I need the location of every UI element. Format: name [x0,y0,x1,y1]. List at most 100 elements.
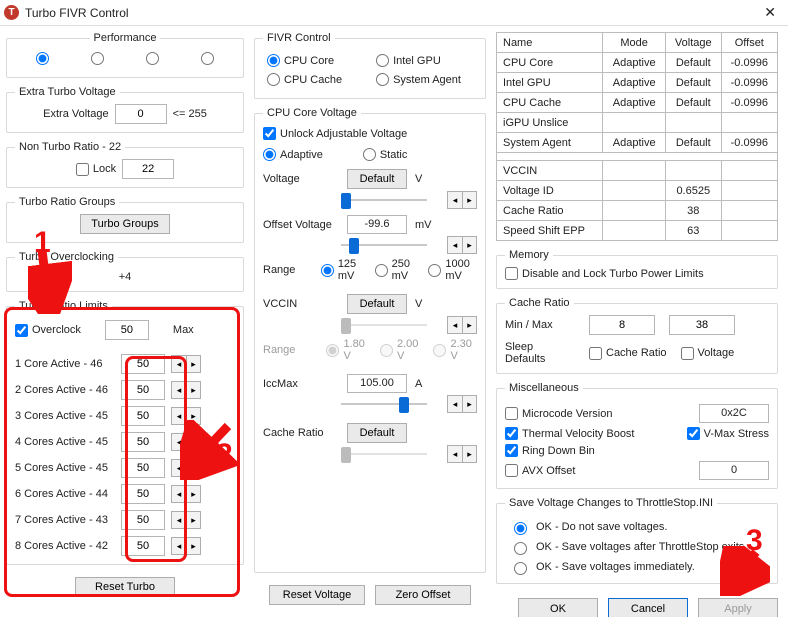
offset-inc[interactable]: ▸ [462,237,476,253]
ratio-inc-6[interactable]: ▸ [186,512,200,528]
ratio-input-1[interactable] [121,380,165,400]
iccmax-unit: A [415,378,433,390]
voltage-slider[interactable]: ◂▸ [341,193,477,207]
ratio-inc-2[interactable]: ▸ [186,408,200,424]
ratio-input-2[interactable] [121,406,165,426]
cache-ratio-group: Cache Ratio Min / Max Sleep Defaults Cac… [496,297,778,374]
ratio-inc-4[interactable]: ▸ [186,460,200,476]
ring-cb[interactable]: Ring Down Bin [505,444,595,457]
vccin-inc[interactable]: ▸ [462,317,476,333]
ratio-name: 1 Core Active - 46 [15,358,115,370]
vccin-default-button[interactable]: Default [347,294,407,314]
zero-offset-button[interactable]: Zero Offset [375,585,471,605]
iccmax-inc[interactable]: ▸ [462,396,476,412]
vccin-row: VCCIN [497,161,603,181]
fivr-cpu-cache[interactable]: CPU Cache [267,73,342,86]
ratio-dec-6[interactable]: ◂ [172,512,186,528]
save-opt-1[interactable]: OK - Do not save voltages. [509,519,769,535]
extra-voltage-input[interactable] [115,104,167,124]
tvb-cb[interactable]: Thermal Velocity Boost [505,427,635,440]
perf-radio-0[interactable] [36,52,49,65]
cache-max-input[interactable] [669,315,735,335]
voltage-default-button[interactable]: Default [347,169,407,189]
table-row: iGPU Unslice [497,113,778,133]
voltage-dec[interactable]: ◂ [448,192,462,208]
ok-button[interactable]: OK [518,598,598,617]
offset-dec[interactable]: ◂ [448,237,462,253]
cache-min-input[interactable] [589,315,655,335]
memory-legend: Memory [509,249,549,261]
ratio-inc-7[interactable]: ▸ [186,538,200,554]
avx-cb[interactable]: AVX Offset [505,464,575,477]
ratio-input-6[interactable] [121,510,165,530]
save-opt-3[interactable]: OK - Save voltages immediately. [509,559,769,575]
perf-radio-3[interactable] [201,52,214,65]
range-250[interactable]: 250 mV [375,258,419,282]
th-name: Name [497,33,603,53]
reset-voltage-button[interactable]: Reset Voltage [269,585,365,605]
static-radio[interactable]: Static [363,148,408,161]
save-legend: Save Voltage Changes to ThrottleStop.INI [509,497,713,509]
non-turbo-group: Non Turbo Ratio - 22 Lock [6,141,244,188]
ratio-dec-0[interactable]: ◂ [172,356,186,372]
range-1000[interactable]: 1000 mV [428,258,477,282]
fivr-system-agent[interactable]: System Agent [376,73,461,86]
cache-inc[interactable]: ▸ [462,446,476,462]
ratio-inc-3[interactable]: ▸ [186,434,200,450]
ratio-dec-3[interactable]: ◂ [172,434,186,450]
speed-shift-row: Speed Shift EPP [497,221,603,241]
disable-lock-checkbox[interactable]: Disable and Lock Turbo Power Limits [505,267,769,280]
voltage-inc[interactable]: ▸ [462,192,476,208]
ratio-input-5[interactable] [121,484,165,504]
ratio-inc-5[interactable]: ▸ [186,486,200,502]
apply-button[interactable]: Apply [698,598,778,617]
unlock-checkbox[interactable]: Unlock Adjustable Voltage [263,127,477,140]
cache-dec[interactable]: ◂ [448,446,462,462]
vmax-cb[interactable]: V-Max Stress [687,427,769,440]
ratio-dec-5[interactable]: ◂ [172,486,186,502]
vccin-unit: V [415,298,433,310]
vrange-180: 1.80 V [326,338,370,362]
perf-radio-2[interactable] [146,52,159,65]
lock-checkbox[interactable]: Lock [76,163,116,176]
sleep-voltage-cb[interactable]: Voltage [681,347,735,360]
fivr-cpu-core[interactable]: CPU Core [267,54,342,67]
cache-default-button[interactable]: Default [347,423,407,443]
overclock-max-input[interactable] [105,320,149,340]
ratio-input-0[interactable] [121,354,165,374]
microcode-cb[interactable]: Microcode Version [505,407,613,420]
ratio-dec-1[interactable]: ◂ [172,382,186,398]
extra-voltage-limit: <= 255 [173,108,207,120]
range-125[interactable]: 125 mV [321,258,365,282]
table-cache-ratio: Cache Ratio [497,201,603,221]
iccmax-dec[interactable]: ◂ [448,396,462,412]
th-voltage: Voltage [665,33,721,53]
offset-slider[interactable]: ◂▸ [341,238,477,252]
ratio-dec-4[interactable]: ◂ [172,460,186,476]
close-icon[interactable]: ✕ [756,4,784,21]
ratio-input-4[interactable] [121,458,165,478]
reset-turbo-button[interactable]: Reset Turbo [75,577,175,597]
overclock-checkbox[interactable]: Overclock [15,324,81,337]
ratio-dec-7[interactable]: ◂ [172,538,186,554]
turbo-groups-button[interactable]: Turbo Groups [80,214,169,234]
perf-radio-1[interactable] [91,52,104,65]
ratio-inc-0[interactable]: ▸ [186,356,200,372]
ratio-input-7[interactable] [121,536,165,556]
iccmax-slider[interactable]: ◂▸ [341,397,477,411]
save-opt-2[interactable]: OK - Save voltages after ThrottleStop ex… [509,539,769,555]
fivr-intel-gpu[interactable]: Intel GPU [376,54,461,67]
turbo-groups-fieldset: Turbo Ratio Groups Turbo Groups [6,196,244,243]
non-turbo-input[interactable] [122,159,174,179]
ratio-input-3[interactable] [121,432,165,452]
sleep-cache-ratio-cb[interactable]: Cache Ratio [589,347,667,360]
cache-slider[interactable]: ◂▸ [341,447,477,461]
adaptive-radio[interactable]: Adaptive [263,148,323,161]
ratio-inc-1[interactable]: ▸ [186,382,200,398]
ratio-dec-2[interactable]: ◂ [172,408,186,424]
table-row: CPU CoreAdaptiveDefault-0.0996 [497,53,778,73]
cancel-button[interactable]: Cancel [608,598,688,617]
vccin-slider[interactable]: ◂▸ [341,318,477,332]
vccin-dec[interactable]: ◂ [448,317,462,333]
cache-ratio-legend: Cache Ratio [509,297,570,309]
